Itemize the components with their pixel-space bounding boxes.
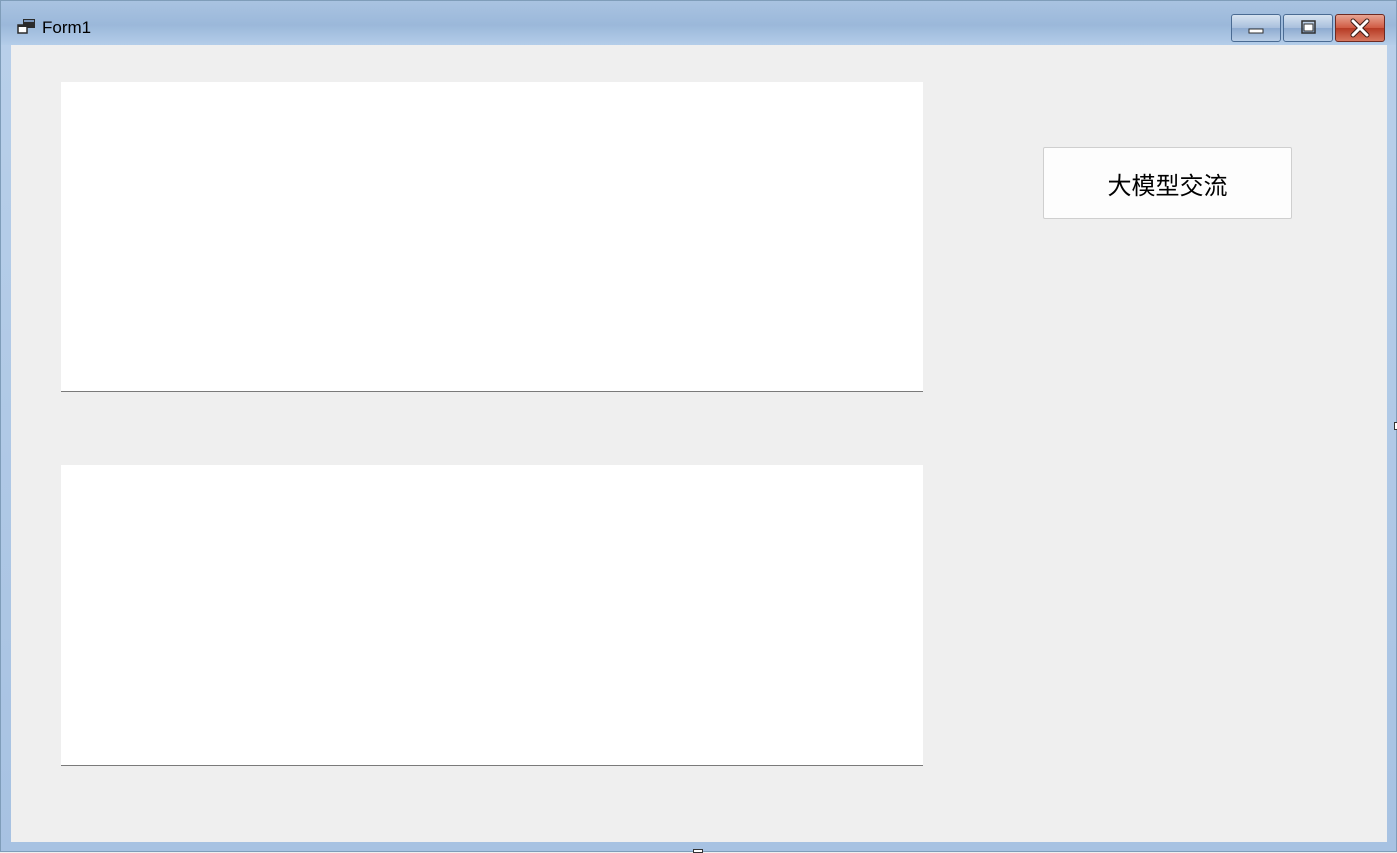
output-textbox[interactable]	[61, 82, 923, 392]
maximize-button[interactable]	[1283, 14, 1333, 42]
minimize-button[interactable]	[1231, 14, 1281, 42]
minimize-icon	[1248, 28, 1264, 34]
app-window-icon	[17, 18, 37, 36]
input-textbox[interactable]	[61, 465, 923, 766]
close-icon	[1350, 18, 1370, 38]
window-title: Form1	[42, 18, 92, 37]
title-bar[interactable]: Form1	[1, 1, 1396, 45]
bottom-resize-handle[interactable]	[693, 849, 703, 853]
close-button[interactable]	[1335, 14, 1385, 42]
maximize-icon	[1301, 20, 1316, 34]
form-client-area: 大模型交流	[11, 45, 1387, 842]
application-window: Form1 大模型交流	[0, 0, 1397, 853]
llm-chat-button[interactable]: 大模型交流	[1043, 147, 1292, 219]
